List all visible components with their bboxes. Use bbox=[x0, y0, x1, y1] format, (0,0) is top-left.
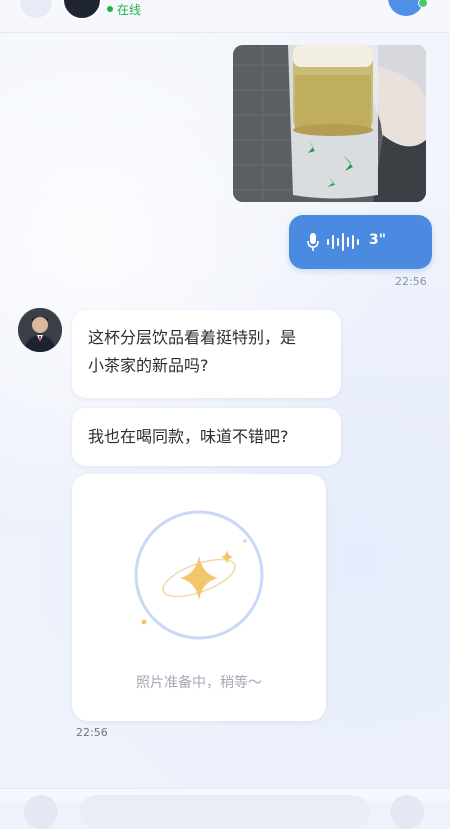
notification-dot bbox=[418, 0, 428, 8]
drink-photo bbox=[233, 45, 426, 202]
message-input[interactable] bbox=[80, 795, 370, 829]
voice-toggle-button[interactable] bbox=[24, 795, 58, 829]
sender-avatar[interactable] bbox=[18, 308, 62, 352]
more-button[interactable] bbox=[390, 795, 424, 829]
input-bar bbox=[0, 788, 450, 829]
message-text-line-2: 小茶家的新品吗? bbox=[88, 356, 209, 375]
microphone-icon bbox=[307, 233, 319, 251]
message-text: 我也在喝同款，味道不错吧? bbox=[88, 427, 289, 446]
incoming-message-2[interactable]: 我也在喝同款，味道不错吧? bbox=[72, 408, 341, 466]
back-button[interactable] bbox=[20, 0, 52, 18]
sound-wave-icon bbox=[327, 233, 359, 251]
message-text-line-1: 这杯分层饮品看着挺特别，是 bbox=[88, 328, 297, 347]
message-timestamp: 22:56 bbox=[395, 275, 427, 288]
incoming-message-1[interactable]: 这杯分层饮品看着挺特别，是 小茶家的新品吗? bbox=[72, 310, 341, 398]
online-status-dot bbox=[107, 6, 113, 12]
chat-header: 在线 bbox=[0, 0, 450, 33]
person-avatar-image bbox=[18, 308, 62, 352]
photo-loading-text: 照片准备中，稍等～ bbox=[136, 675, 262, 691]
contact-avatar[interactable] bbox=[62, 0, 102, 20]
sent-photo-message[interactable] bbox=[233, 45, 426, 202]
voice-duration: 3" bbox=[369, 232, 387, 248]
photo-loading-card[interactable]: 照片准备中，稍等～ bbox=[72, 474, 326, 721]
message-timestamp: 22:56 bbox=[76, 726, 108, 739]
online-status-text: 在线 bbox=[117, 3, 142, 17]
voice-message-bubble[interactable]: 3" bbox=[289, 215, 432, 269]
sparkle-star-icon bbox=[134, 510, 264, 640]
